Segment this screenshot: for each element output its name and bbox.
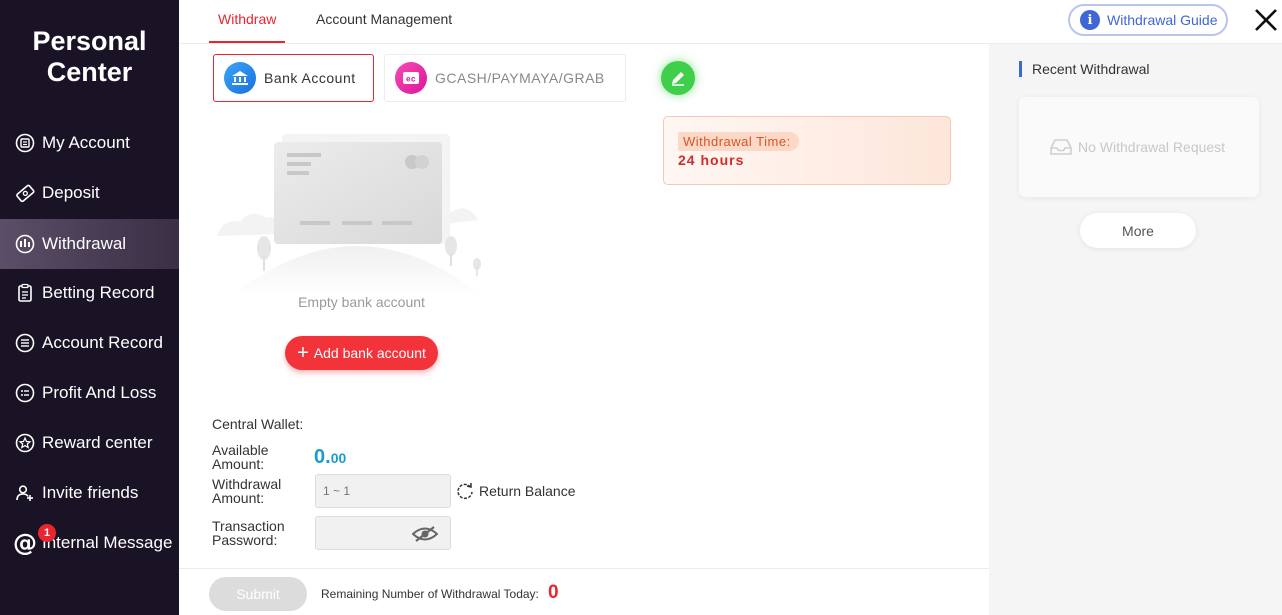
eye-off-icon[interactable] [411,525,439,543]
available-amount-integer: 0. [314,446,331,468]
sidebar-title-line2: Center [46,57,133,87]
withdrawal-icon [14,233,36,255]
sidebar: Personal Center My Account Deposit Withd… [0,0,179,615]
available-amount-label-line2: Amount: [212,456,265,472]
withdrawal-amount-label-line1: Withdrawal [212,476,282,492]
withdrawal-time-label: Withdrawal Time: [678,132,799,151]
available-amount-decimal: 00 [330,450,347,466]
plus-icon: + [297,342,309,364]
withdrawal-guide-button[interactable]: i Withdrawal Guide [1068,4,1228,36]
edit-icon[interactable] [661,61,695,95]
invite-icon [14,482,36,504]
sidebar-item-profit-and-loss[interactable]: Profit And Loss [0,368,179,418]
withdrawal-amount-label-line2: Amount: [212,490,265,506]
add-bank-account-label: Add bank account [313,345,426,361]
sidebar-item-deposit[interactable]: Deposit [0,168,179,218]
bank-account-button[interactable]: Bank Account [213,54,374,102]
withdrawal-time-value: 24 hours [678,152,745,168]
remaining-withdrawals-count: 0 [548,582,559,603]
deposit-icon [14,182,36,204]
available-amount-label: Available Amount: [212,443,269,471]
transaction-password-label-line2: Password: [212,532,278,548]
account-icon [14,132,36,154]
available-amount-value: 0.00 [314,446,346,469]
transaction-password-label: Transaction Password: [212,519,285,547]
sidebar-item-account-record[interactable]: Account Record [0,318,179,368]
refresh-icon [457,483,473,500]
sidebar-item-label: Internal Message [42,533,173,552]
sidebar-title-line1: Personal [32,26,147,56]
sidebar-item-label: My Account [42,133,130,152]
more-button[interactable]: More [1080,213,1196,248]
sidebar-item-betting-record[interactable]: Betting Record [0,268,179,318]
sidebar-item-label: Reward center [42,433,153,452]
tab-account-management[interactable]: Account Management [316,0,452,43]
sidebar-item-label: Withdrawal [42,234,127,253]
bank-account-label: Bank Account [264,70,356,86]
ewallet-icon: ec [395,62,427,94]
unread-badge: 1 [38,524,56,542]
withdrawal-guide-label: Withdrawal Guide [1107,12,1218,28]
central-wallet-label: Central Wallet: [212,416,304,432]
sidebar-item-label: Betting Record [42,283,155,302]
tab-withdraw[interactable]: Withdraw [209,0,286,43]
empty-bank-text: Empty bank account [298,294,425,310]
transaction-password-label-line1: Transaction [212,518,285,534]
sidebar-item-invite-friends[interactable]: Invite friends [0,468,179,518]
svg-text:ec: ec [406,75,416,84]
reward-icon [14,432,36,454]
sidebar-item-label: Invite friends [42,483,139,502]
sidebar-item-my-account[interactable]: My Account [0,118,179,168]
return-balance-label: Return Balance [479,483,576,499]
bank-icon [224,62,256,94]
withdrawal-amount-input[interactable] [315,474,451,508]
available-amount-label-line1: Available [212,442,269,458]
recent-withdrawal-empty-text: No Withdrawal Request [1078,139,1226,155]
empty-bank-illustration [217,134,482,296]
sidebar-item-reward-center[interactable]: Reward center [0,418,179,468]
sidebar-item-label: Profit And Loss [42,383,157,402]
return-balance-button[interactable]: Return Balance [455,481,576,501]
recent-withdrawal-title: Recent Withdrawal [1019,61,1150,77]
profit-loss-icon [14,382,36,404]
submit-button[interactable]: Submit [209,577,307,611]
account-record-icon [14,332,36,354]
withdrawal-time-card: Withdrawal Time: 24 hours [663,116,951,185]
sidebar-title: Personal Center [0,26,179,88]
sidebar-item-label: Account Record [42,333,163,352]
betting-record-icon [14,282,36,304]
close-icon[interactable] [1252,6,1280,34]
sidebar-item-withdrawal[interactable]: Withdrawal [0,219,179,269]
withdrawal-amount-label: Withdrawal Amount: [212,477,281,505]
info-icon: i [1080,10,1100,30]
add-bank-account-button[interactable]: + Add bank account [285,336,438,370]
inbox-icon [1050,139,1072,155]
recent-withdrawal-empty: No Withdrawal Request [1050,138,1225,156]
remaining-withdrawals-label: Remaining Number of Withdrawal Today: [321,587,539,601]
gcash-paymaya-grab-button[interactable]: ec GCASH/PAYMAYA/GRAB [384,54,626,102]
sidebar-item-internal-message[interactable]: @ 1 Internal Message [0,518,179,568]
at-icon: @ 1 [13,524,56,555]
sidebar-item-label: Deposit [42,183,100,202]
gcash-paymaya-grab-label: GCASH/PAYMAYA/GRAB [435,70,605,86]
